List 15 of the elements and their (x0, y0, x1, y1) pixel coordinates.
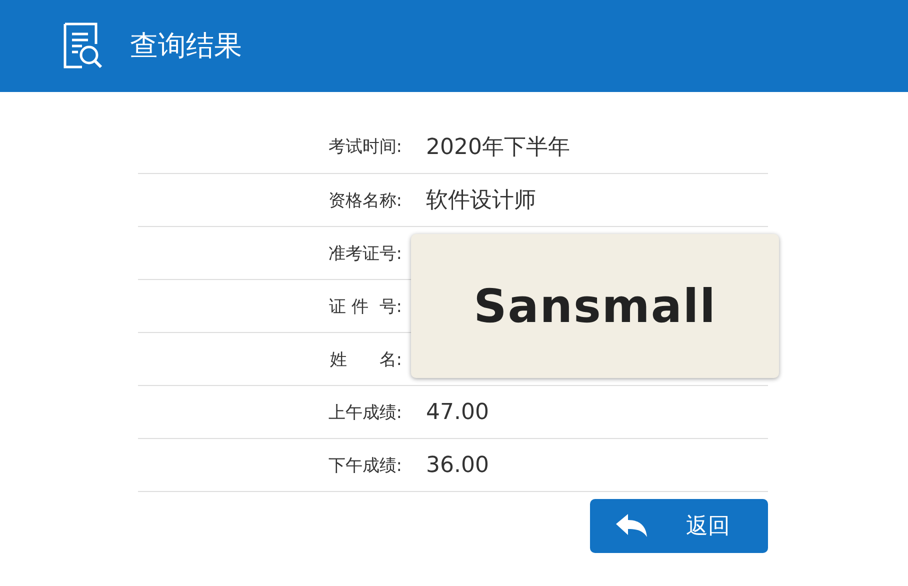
back-button[interactable]: 返回 (590, 499, 768, 553)
field-value: 2020年下半年 (426, 134, 570, 162)
field-value: 软件设计师 (426, 187, 536, 215)
field-label: 准考证号: (327, 242, 402, 264)
field-label: 资格名称: (327, 190, 402, 212)
field-label: 证 件 号: (328, 296, 402, 318)
field-label: 考试时间: (327, 136, 402, 158)
sticker-text: Sansmall (474, 279, 716, 333)
field-value: 47.00 (426, 400, 489, 424)
back-arrow-icon (616, 514, 648, 538)
page-title: 查询结果 (130, 28, 242, 64)
field-value: 36.00 (426, 452, 489, 478)
field-label: 上午成绩: (327, 402, 402, 424)
field-label: 下午成绩: (327, 454, 402, 476)
field-label: 姓 名: (328, 348, 402, 370)
